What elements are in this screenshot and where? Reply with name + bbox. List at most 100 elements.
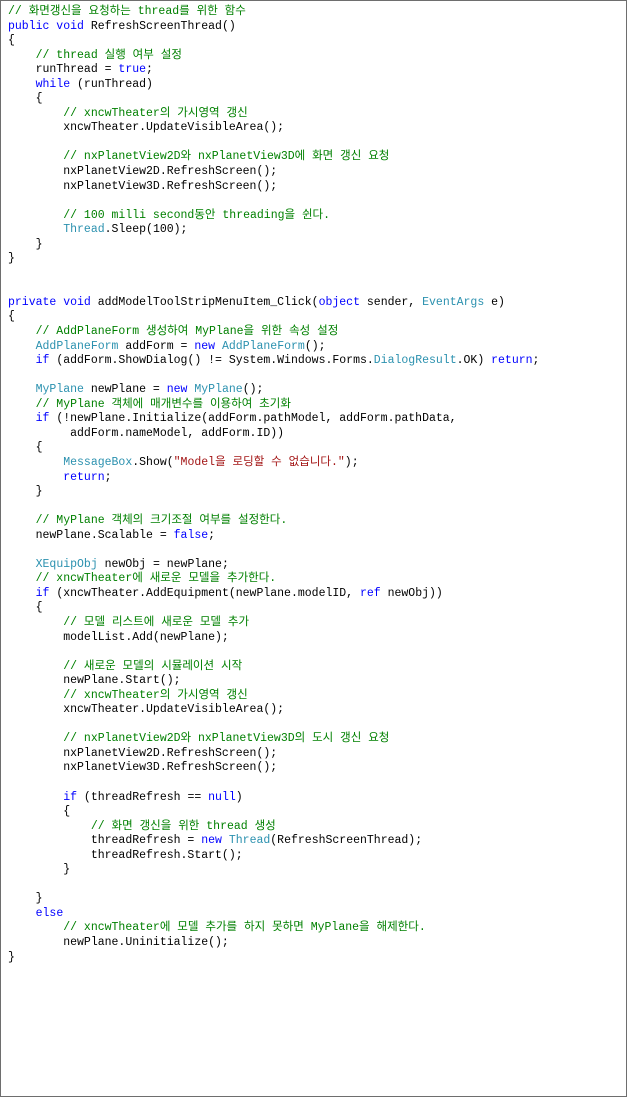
- code-listing[interactable]: // 화면갱신을 요청하는 thread를 위한 함수 public void R…: [8, 5, 626, 965]
- code-token-key: if: [63, 790, 78, 804]
- code-token-plain: {: [8, 34, 15, 48]
- code-token-plain: }: [8, 950, 15, 964]
- code-token-key: false: [173, 528, 209, 542]
- code-token-comment: // AddPlaneForm 생성하여 MyPlane을 위한 속성 설정: [8, 325, 339, 339]
- code-token-plain: threadRefresh.Start();: [8, 848, 243, 862]
- code-token-type: Thread: [228, 834, 271, 848]
- code-line: xncwTheater.UpdateVisibleArea();: [8, 121, 626, 136]
- code-token-key: if: [35, 354, 50, 368]
- code-token-plain: (xncwTheater.AddEquipment(newPlane.model…: [49, 586, 360, 600]
- code-line: threadRefresh.Start();: [8, 849, 626, 864]
- code-token-key: ref: [359, 586, 381, 600]
- code-line: nxPlanetView3D.RefreshScreen();: [8, 180, 626, 195]
- code-token-plain: ;: [532, 354, 540, 368]
- code-token-type: Thread: [63, 223, 105, 237]
- code-token-key: private void: [8, 295, 98, 309]
- code-token-type: XEquipObj: [35, 557, 98, 571]
- code-token-plain: addModelToolStripMenuItem_Click(: [97, 295, 319, 309]
- code-token-plain: e): [484, 295, 505, 309]
- code-token-comment: // xncwTheater의 가시영역 갱신: [8, 688, 248, 702]
- code-token-plain: addForm =: [118, 339, 195, 353]
- code-token-plain: {: [8, 805, 71, 819]
- code-line: return;: [8, 471, 626, 486]
- code-token-comment: // thread 실행 여부 설정: [8, 48, 182, 62]
- code-line: ​: [8, 136, 626, 151]
- code-token-plain: ;: [146, 63, 153, 77]
- code-token-plain: newPlane =: [83, 383, 167, 397]
- code-token-plain: nxPlanetView2D.RefreshScreen();: [8, 165, 278, 179]
- code-line: }: [8, 951, 626, 966]
- code-token-plain: }: [8, 485, 43, 499]
- code-line: if (!newPlane.Initialize(addForm.pathMod…: [8, 412, 626, 427]
- code-token-key: public void: [8, 19, 91, 33]
- code-line: // nxPlanetView2D와 nxPlanetView3D에 화면 갱신…: [8, 150, 626, 165]
- code-token-key: return: [63, 470, 105, 484]
- code-line: // 새로운 모델의 시뮬레이션 시작: [8, 660, 626, 675]
- code-token-key: new: [166, 383, 188, 397]
- code-line: {: [8, 805, 626, 820]
- code-line: ​: [8, 645, 626, 660]
- code-token-key: return: [491, 354, 533, 368]
- code-token-type: AddPlaneForm: [221, 339, 305, 353]
- code-token-plain: (threadRefresh ==: [77, 790, 209, 804]
- code-line: threadRefresh = new Thread(RefreshScreen…: [8, 834, 626, 849]
- code-token-key: object: [318, 295, 360, 309]
- code-line: private void addModelToolStripMenuItem_C…: [8, 296, 626, 311]
- code-token-plain: ();: [304, 339, 326, 353]
- code-line: }: [8, 892, 626, 907]
- code-token-type: MyPlane: [35, 383, 84, 397]
- code-token-key: new: [201, 834, 222, 848]
- code-line: // 화면 갱신을 위한 thread 생성: [8, 820, 626, 835]
- code-line: addForm.nameModel, addForm.ID)): [8, 427, 626, 442]
- code-line: XEquipObj newObj = newPlane;: [8, 558, 626, 573]
- code-line: // nxPlanetView2D와 nxPlanetView3D의 도시 갱신…: [8, 732, 626, 747]
- code-token-plain: addForm.nameModel, addForm.ID)): [8, 426, 285, 440]
- code-token-comment: // xncwTheater에 새로운 모델을 추가한다.: [8, 572, 277, 586]
- code-line: }: [8, 252, 626, 267]
- code-token-string: "Model을 로딩할 수 없습니다.": [173, 455, 345, 469]
- code-line: xncwTheater.UpdateVisibleArea();: [8, 703, 626, 718]
- code-line: ​: [8, 776, 626, 791]
- code-token-plain: nxPlanetView3D.RefreshScreen();: [8, 179, 278, 193]
- code-frame: // 화면갱신을 요청하는 thread를 위한 함수 public void R…: [0, 0, 627, 1097]
- code-line: // MyPlane 객체의 크기조절 여부를 설정한다.: [8, 514, 626, 529]
- code-token-plain: ();: [242, 383, 264, 397]
- code-token-key: if: [35, 586, 50, 600]
- code-line: else: [8, 907, 626, 922]
- code-token-comment: // 화면갱신을 요청하는 thread를 위한 함수: [8, 5, 246, 18]
- code-line: // 모델 리스트에 새로운 모델 추가: [8, 616, 626, 631]
- code-token-type: AddPlaneForm: [35, 339, 119, 353]
- code-line: ​: [8, 878, 626, 893]
- code-line: // MyPlane 객체에 매개변수를 이용하여 초기화: [8, 398, 626, 413]
- code-line: Thread.Sleep(100);: [8, 223, 626, 238]
- code-token-plain: newObj = newPlane;: [97, 557, 229, 571]
- code-line: // AddPlaneForm 생성하여 MyPlane을 위한 속성 설정: [8, 325, 626, 340]
- code-line: if (xncwTheater.AddEquipment(newPlane.mo…: [8, 587, 626, 602]
- code-line: {: [8, 310, 626, 325]
- code-line: modelList.Add(newPlane);: [8, 631, 626, 646]
- code-line: nxPlanetView3D.RefreshScreen();: [8, 761, 626, 776]
- code-token-plain: }: [8, 237, 43, 251]
- code-token-plain: {: [8, 310, 15, 324]
- code-line: AddPlaneForm addForm = new AddPlaneForm(…: [8, 340, 626, 355]
- code-line: // xncwTheater의 가시영역 갱신: [8, 689, 626, 704]
- code-line: ​: [8, 543, 626, 558]
- code-line: {: [8, 601, 626, 616]
- code-line: newPlane.Uninitialize();: [8, 936, 626, 951]
- code-line: if (threadRefresh == null): [8, 791, 626, 806]
- code-line: nxPlanetView2D.RefreshScreen();: [8, 165, 626, 180]
- code-line: }: [8, 238, 626, 253]
- code-line: ​: [8, 718, 626, 733]
- code-token-plain: (addForm.ShowDialog() != System.Windows.…: [49, 354, 374, 368]
